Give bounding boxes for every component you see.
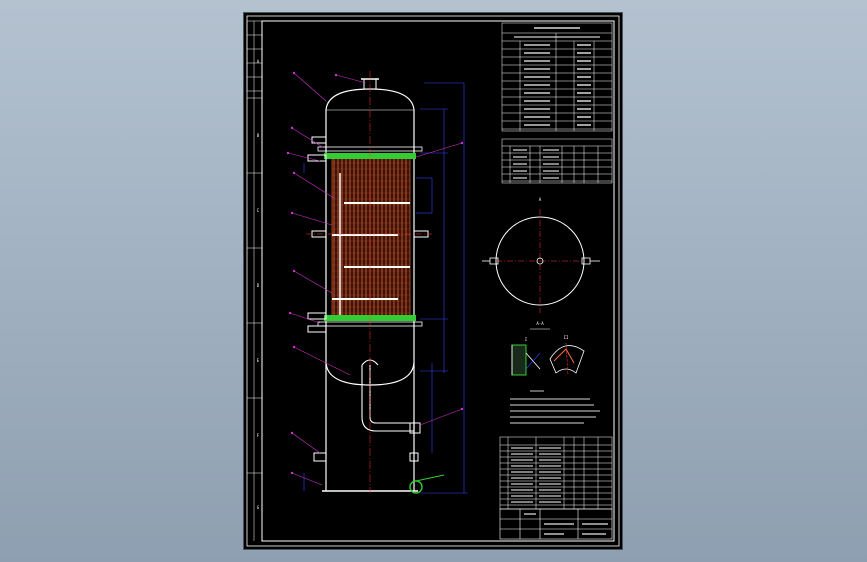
dimension-lines [416, 82, 468, 494]
zone-letter: D [257, 283, 260, 288]
outer-frame [246, 15, 620, 547]
zone-letter: G [257, 505, 260, 510]
tube-bundle [331, 155, 411, 319]
section-top-label: A [539, 197, 542, 202]
nozzle-table [501, 138, 613, 184]
section-view: A A-A [482, 197, 600, 330]
detail-label-2: II [564, 335, 569, 340]
zone-letter: F [257, 433, 260, 438]
detail-view-1: I [511, 337, 541, 376]
technical-notes [510, 390, 600, 424]
zone-letter: B [257, 133, 260, 138]
drawing-sheet: A B C D E F G A A-A I II [244, 13, 622, 549]
zone-letter: C [257, 208, 260, 213]
cad-drawing: A B C D E F G A A-A I II [246, 15, 620, 547]
zone-letter: E [257, 358, 260, 363]
design-data-text [514, 27, 600, 126]
revision-grid [246, 20, 263, 92]
section-bottom-label: A-A [536, 321, 544, 326]
detail-label: I [525, 337, 528, 342]
design-data-table [501, 22, 613, 132]
title-block-text [524, 513, 608, 535]
zone-strip-left: A B C D E F G [247, 21, 262, 541]
detail-view-2: II [549, 335, 585, 376]
